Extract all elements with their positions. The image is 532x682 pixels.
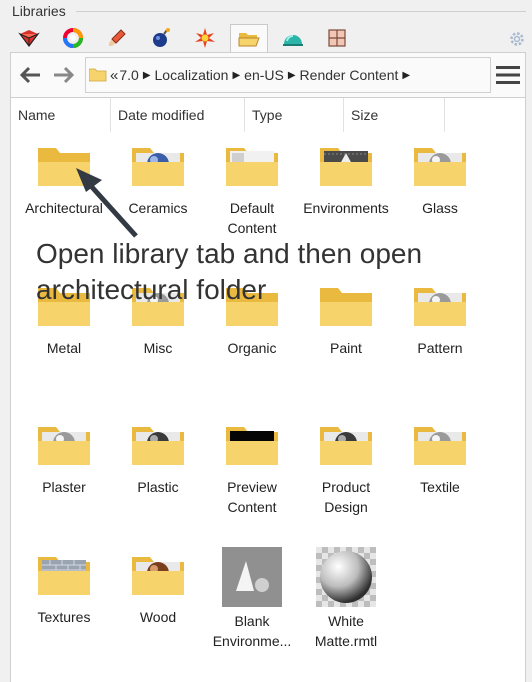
folder-item[interactable]: Plaster [17, 423, 111, 497]
folder-icon [36, 553, 92, 597]
paintbrush-icon [109, 29, 126, 46]
material-thumbnail-icon [316, 547, 376, 607]
title-divider [76, 11, 526, 12]
column-header-date-modified[interactable]: Date modified [111, 98, 245, 132]
color-wheel-icon [63, 28, 83, 48]
folder-icon [412, 423, 468, 467]
item-label: Organic [227, 340, 277, 356]
forward-arrow-icon [54, 66, 75, 84]
item-label: Misc [143, 340, 173, 356]
folder-icon [224, 144, 280, 188]
folder-item[interactable]: Textile [393, 423, 487, 497]
sun-tab[interactable] [142, 24, 180, 52]
file-item[interactable]: White Matte.rmtl [299, 547, 393, 651]
item-label: Pattern [417, 340, 463, 356]
breadcrumb-item-localization[interactable]: Localization [155, 67, 229, 83]
breadcrumb-chevron-icon[interactable]: ▶ [402, 70, 410, 81]
grid-tab[interactable] [318, 24, 356, 52]
folder-icon [89, 68, 107, 82]
item-label: Metal [46, 340, 82, 356]
panel-title: Libraries [12, 3, 66, 19]
item-label: Default Content [227, 200, 277, 236]
burst-icon [195, 28, 215, 48]
item-label: Plaster [42, 479, 86, 495]
item-label: Wood [139, 609, 177, 625]
textures-tab[interactable] [98, 24, 136, 52]
folder-icon [36, 423, 92, 467]
folder-item[interactable]: Textures [17, 553, 111, 627]
folder-icon [130, 423, 186, 467]
forward-button[interactable] [51, 63, 77, 87]
file-item[interactable]: Blank Environme... [205, 547, 299, 651]
render-effects-tab[interactable] [186, 24, 224, 52]
folder-item[interactable]: Misc [111, 284, 205, 358]
item-label: Textures [37, 609, 91, 625]
hamburger-menu-icon[interactable] [495, 62, 521, 88]
breadcrumb-chevron-icon[interactable]: ▶ [232, 70, 240, 81]
folder-item[interactable]: Paint [299, 284, 393, 358]
folder-icon [130, 144, 186, 188]
column-header-type[interactable]: Type [245, 98, 344, 132]
column-header-name[interactable]: Name [11, 98, 111, 132]
folder-icon [130, 284, 186, 328]
item-label: Product Design [321, 479, 371, 515]
item-label: Plastic [137, 479, 179, 495]
folder-icon [36, 284, 92, 328]
folder-open-icon [238, 33, 260, 47]
folder-item[interactable]: Preview Content [205, 423, 299, 517]
column-header-size[interactable]: Size [344, 98, 445, 132]
folder-item[interactable]: Ceramics [111, 144, 205, 218]
item-label: Blank Environme... [212, 613, 292, 649]
folder-icon [318, 284, 374, 328]
bomb-icon [153, 28, 170, 47]
grid-icon [328, 29, 346, 47]
folder-icon [224, 423, 280, 467]
libraries-tab[interactable] [230, 24, 268, 53]
folder-icon [130, 553, 186, 597]
folder-item[interactable]: Architectural [17, 144, 111, 218]
settings-gear-icon[interactable] [508, 30, 526, 48]
item-label: White Matte.rmtl [314, 613, 378, 649]
environment-thumbnail-icon [222, 547, 282, 607]
navigation-toolbar: « 7.0 ▶ Localization ▶ en-US ▶ Render Co… [10, 52, 526, 98]
folder-item[interactable]: Pattern [393, 284, 487, 358]
folder-item[interactable]: Wood [111, 553, 205, 627]
breadcrumb-overflow[interactable]: « [110, 67, 118, 84]
breadcrumb-chevron-icon[interactable]: ▶ [143, 70, 151, 81]
breadcrumb-item-version[interactable]: 7.0 [119, 67, 138, 83]
item-label: Paint [330, 340, 362, 356]
folder-item[interactable]: Product Design [299, 423, 393, 517]
folder-icon [318, 423, 374, 467]
materials-tab-icon [18, 30, 40, 47]
folder-item[interactable]: Environments [299, 144, 393, 218]
materials-tab[interactable] [10, 24, 48, 52]
folder-icon [36, 144, 92, 188]
folder-item[interactable]: Plastic [111, 423, 205, 497]
item-label: Textile [420, 479, 460, 495]
item-label: Glass [422, 200, 458, 216]
item-label: Architectural [25, 200, 103, 216]
folder-item[interactable]: Organic [205, 284, 299, 358]
item-label: Ceramics [128, 200, 188, 216]
breadcrumb-item-locale[interactable]: en-US [244, 67, 284, 83]
environments-tab[interactable] [54, 24, 92, 52]
file-list: Name Date modified Type Size Architectur… [10, 98, 526, 682]
breadcrumb-item-render-content[interactable]: Render Content [300, 67, 399, 83]
dome-icon [283, 34, 303, 46]
back-arrow-icon [19, 66, 40, 84]
folder-icon [412, 284, 468, 328]
item-label: Preview Content [227, 479, 277, 515]
ground-plane-tab[interactable] [274, 24, 312, 52]
folder-item[interactable]: Glass [393, 144, 487, 218]
folder-item[interactable]: Default Content [205, 144, 299, 238]
address-bar[interactable]: « 7.0 ▶ Localization ▶ en-US ▶ Render Co… [85, 57, 491, 93]
panel-tab-bar [10, 24, 526, 53]
folder-icon [412, 144, 468, 188]
item-label: Environments [303, 200, 389, 216]
breadcrumb-chevron-icon[interactable]: ▶ [288, 70, 296, 81]
folder-icon [318, 144, 374, 188]
folder-icon [224, 284, 280, 328]
folder-item[interactable]: Metal [17, 284, 111, 358]
back-button[interactable] [17, 63, 43, 87]
